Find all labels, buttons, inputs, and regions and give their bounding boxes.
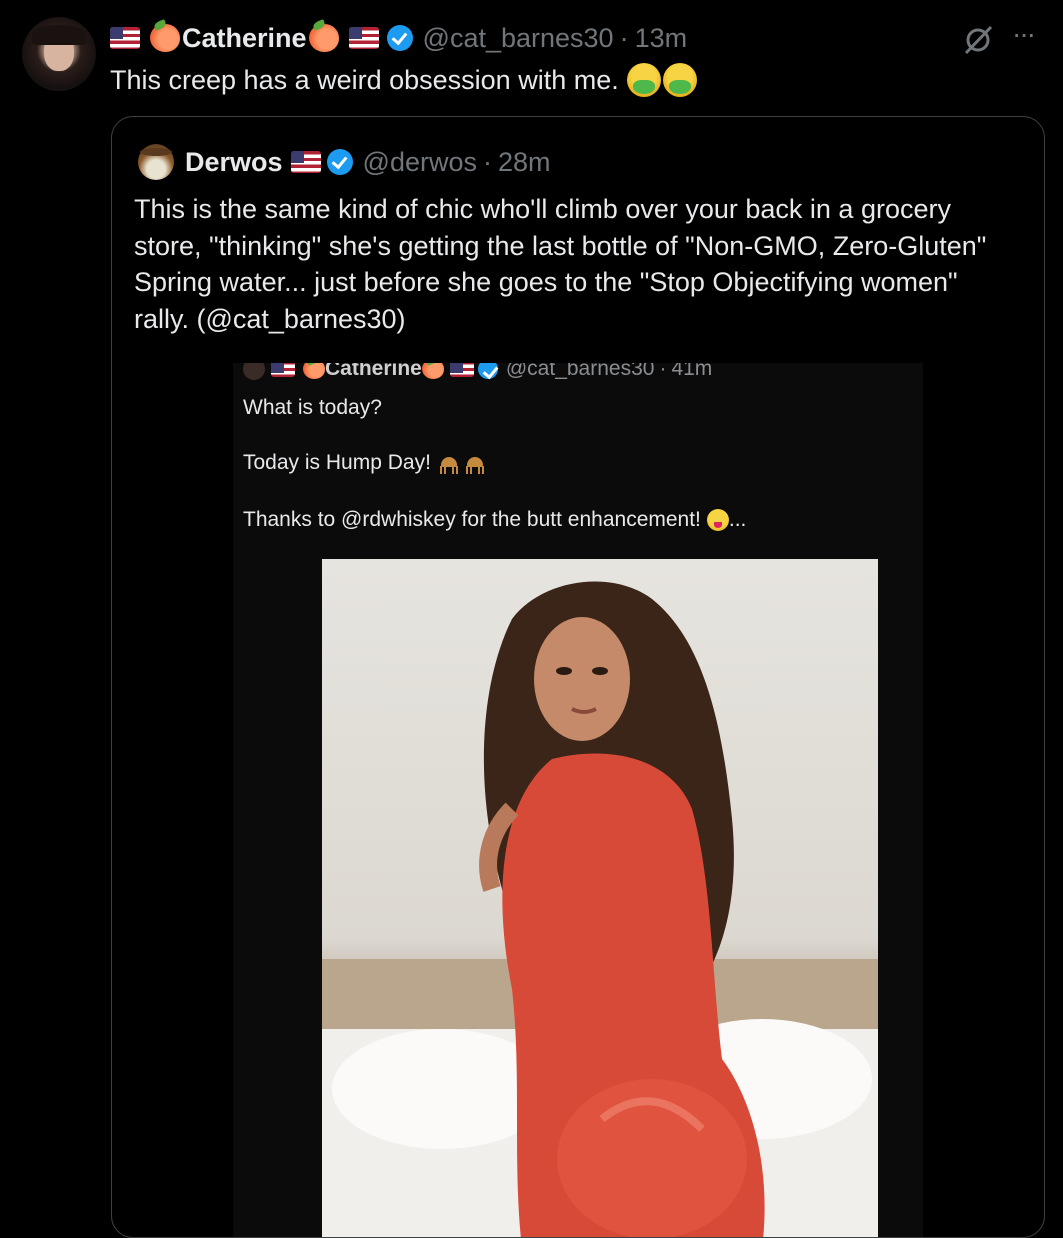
- embedded-line-3: Thanks to @rdwhiskey for the butt enhanc…: [243, 508, 701, 531]
- us-flag-icon: [290, 151, 321, 173]
- verified-badge-icon: [326, 149, 353, 175]
- tweet-text: This creep has a weird obsession with me…: [110, 64, 619, 95]
- peach-icon: [421, 363, 444, 379]
- embedded-time: 41m: [671, 363, 713, 380]
- author-name[interactable]: Catherine: [182, 23, 307, 54]
- time-separator: ·: [659, 363, 667, 380]
- quoted-author-name[interactable]: Derwos: [185, 147, 283, 178]
- grok-icon[interactable]: [962, 24, 994, 56]
- verified-badge-icon: [386, 25, 413, 51]
- embedded-line-2: Today is Hump Day!: [243, 451, 431, 474]
- verified-badge-icon: [477, 363, 498, 379]
- nauseated-emoji-icon: [626, 63, 661, 97]
- embedded-handle: @cat_barnes30: [505, 363, 655, 380]
- time-separator: ·: [483, 146, 492, 177]
- avatar[interactable]: [22, 17, 96, 91]
- quoted-avatar[interactable]: [138, 144, 174, 180]
- quoted-text: This is the same kind of chic who'll cli…: [134, 194, 987, 334]
- embedded-line-1: What is today?: [243, 396, 382, 419]
- winking-face-icon: [706, 509, 729, 531]
- time-separator: ·: [619, 22, 629, 53]
- embedded-avatar: [243, 363, 265, 380]
- tweet-time[interactable]: 13m: [635, 23, 688, 54]
- embedded-photo[interactable]: [322, 559, 878, 1237]
- us-flag-icon: [449, 363, 474, 377]
- us-flag-icon: [271, 363, 295, 377]
- embedded-header: Catherine @cat_barnes30 · 41m: [243, 363, 712, 381]
- quoted-header: Derwos @derwos · 28m: [138, 143, 551, 181]
- quoted-handle[interactable]: @derwos: [363, 147, 477, 178]
- tweet-text-row: This creep has a weird obsession with me…: [110, 60, 697, 100]
- embedded-line-2-row: Today is Hump Day!: [243, 451, 489, 475]
- us-flag-icon: [110, 27, 140, 49]
- camel-icon: [437, 452, 463, 474]
- nauseated-emoji-icon: [662, 63, 697, 97]
- more-icon[interactable]: ···: [1012, 18, 1036, 50]
- author-handle[interactable]: @cat_barnes30: [423, 23, 614, 54]
- peach-icon: [303, 363, 325, 379]
- photo-illustration: [322, 581, 878, 1237]
- camel-icon: [463, 452, 489, 474]
- quote-card[interactable]: Derwos @derwos · 28m This is the same ki…: [111, 116, 1045, 1238]
- embedded-line-3-row: Thanks to @rdwhiskey for the butt enhanc…: [243, 508, 746, 532]
- peach-icon: [308, 24, 339, 52]
- embedded-line-3-ellipsis: ...: [728, 508, 747, 531]
- embedded-screenshot[interactable]: Catherine @cat_barnes30 · 41m What is to…: [233, 363, 923, 1237]
- quoted-time[interactable]: 28m: [498, 147, 551, 178]
- embedded-author-name: Catherine: [325, 363, 422, 380]
- peach-icon: [150, 24, 180, 52]
- us-flag-icon: [348, 27, 379, 49]
- tweet-header: Catherine @cat_barnes30 · 13m: [110, 19, 687, 57]
